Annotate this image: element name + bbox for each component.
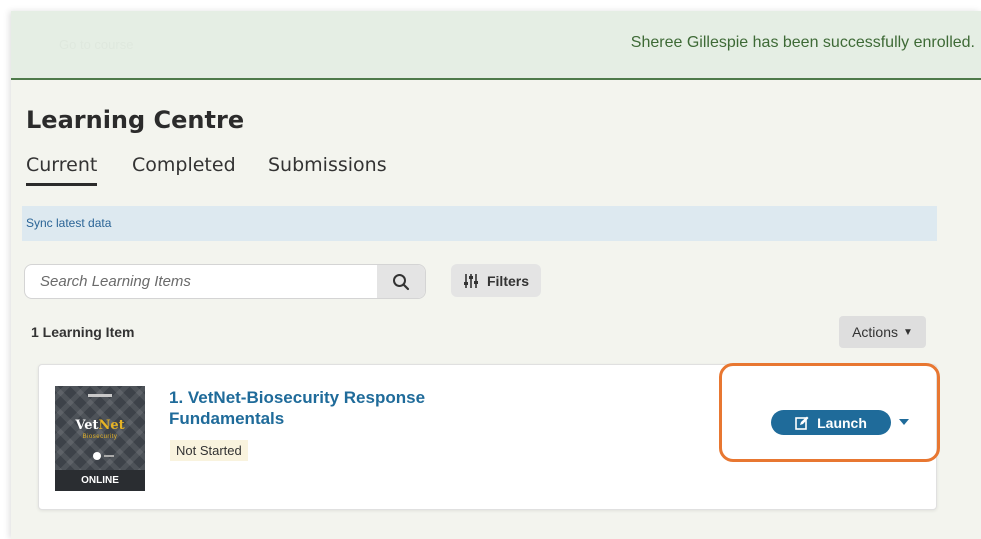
search-button[interactable] [377,265,425,298]
vetnet-logo: VetNet [75,418,125,433]
enrollment-success-message: Sheree Gillespie has been successfully e… [630,34,975,51]
success-banner: Go to course Sheree Gillespie has been s… [11,11,981,80]
sync-bar: Sync latest data [22,206,937,241]
learning-item-count: 1 Learning Item [31,324,135,340]
search-box [24,264,426,299]
course-title-link[interactable]: 1. VetNet-Biosecurity Response Fundament… [169,387,499,429]
tab-completed[interactable]: Completed [132,154,236,176]
search-input[interactable] [25,265,375,298]
sync-latest-data-link[interactable]: Sync latest data [26,216,111,230]
launch-highlight-box [719,363,940,462]
chevron-down-icon: ▼ [903,326,913,338]
course-thumbnail[interactable]: VetNet Biosecurity ONLINE [55,386,145,491]
thumbnail-subtitle: Biosecurity [82,434,118,440]
banner-faded-text: Go to course [59,37,134,52]
format-label: ONLINE [55,470,145,491]
filters-button[interactable]: Filters [451,264,541,297]
actions-label: Actions [852,324,898,340]
filters-label: Filters [486,272,529,289]
actions-dropdown[interactable]: Actions ▼ [839,316,926,348]
status-badge: Not Started [170,440,248,461]
crest-icon [88,394,112,397]
sliders-icon [463,273,478,288]
tab-submissions[interactable]: Submissions [268,154,387,176]
partner-logo-icon [93,452,101,460]
search-icon [393,273,410,290]
page-title: Learning Centre [26,106,245,134]
partner-logo-text-icon [104,455,114,457]
tab-current[interactable]: Current [26,154,98,186]
